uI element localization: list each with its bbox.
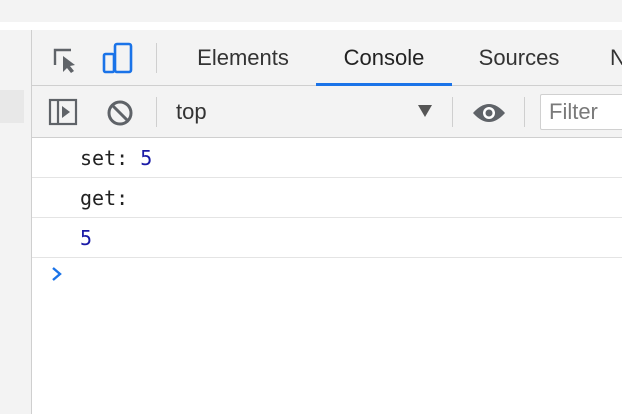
tab-elements[interactable]: Elements — [172, 30, 314, 86]
console-message: set: 5 — [32, 138, 622, 178]
tabbar-separator — [156, 43, 157, 73]
message-number: 5 — [140, 146, 153, 170]
left-pane-strip — [0, 90, 24, 123]
filter-input[interactable] — [540, 94, 622, 130]
top-gap — [0, 22, 622, 30]
live-expression-icon[interactable] — [470, 98, 508, 128]
console-prompt-icon[interactable] — [50, 266, 64, 282]
toolbar-separator-2 — [452, 97, 453, 127]
message-number: 5 — [80, 226, 93, 250]
inspect-element-icon[interactable] — [50, 44, 82, 76]
devtools-tabbar: Elements Console Sources N — [32, 30, 622, 86]
dropdown-arrow-icon[interactable] — [418, 105, 432, 117]
browser-top-strip — [0, 0, 622, 22]
page-viewport-pane — [0, 30, 32, 414]
device-toolbar-icon[interactable] — [100, 42, 136, 76]
toolbar-separator-1 — [156, 97, 157, 127]
context-selector[interactable]: top — [176, 86, 207, 138]
show-sidebar-icon[interactable] — [46, 96, 80, 128]
console-message: get: — [32, 178, 622, 218]
message-text: set: — [80, 146, 141, 170]
tab-sources[interactable]: Sources — [460, 30, 578, 86]
tab-console[interactable]: Console — [316, 30, 452, 86]
clear-console-icon[interactable] — [104, 97, 136, 129]
toolbar-separator-3 — [524, 97, 525, 127]
console-toolbar: top — [32, 86, 622, 138]
message-text: get: — [80, 186, 129, 210]
console-message: 5 — [32, 218, 622, 258]
tab-network[interactable]: N — [610, 30, 622, 86]
console-output: set: 5 get: 5 — [32, 138, 622, 414]
devtools-panel: Elements Console Sources N top Filter se… — [32, 30, 622, 414]
